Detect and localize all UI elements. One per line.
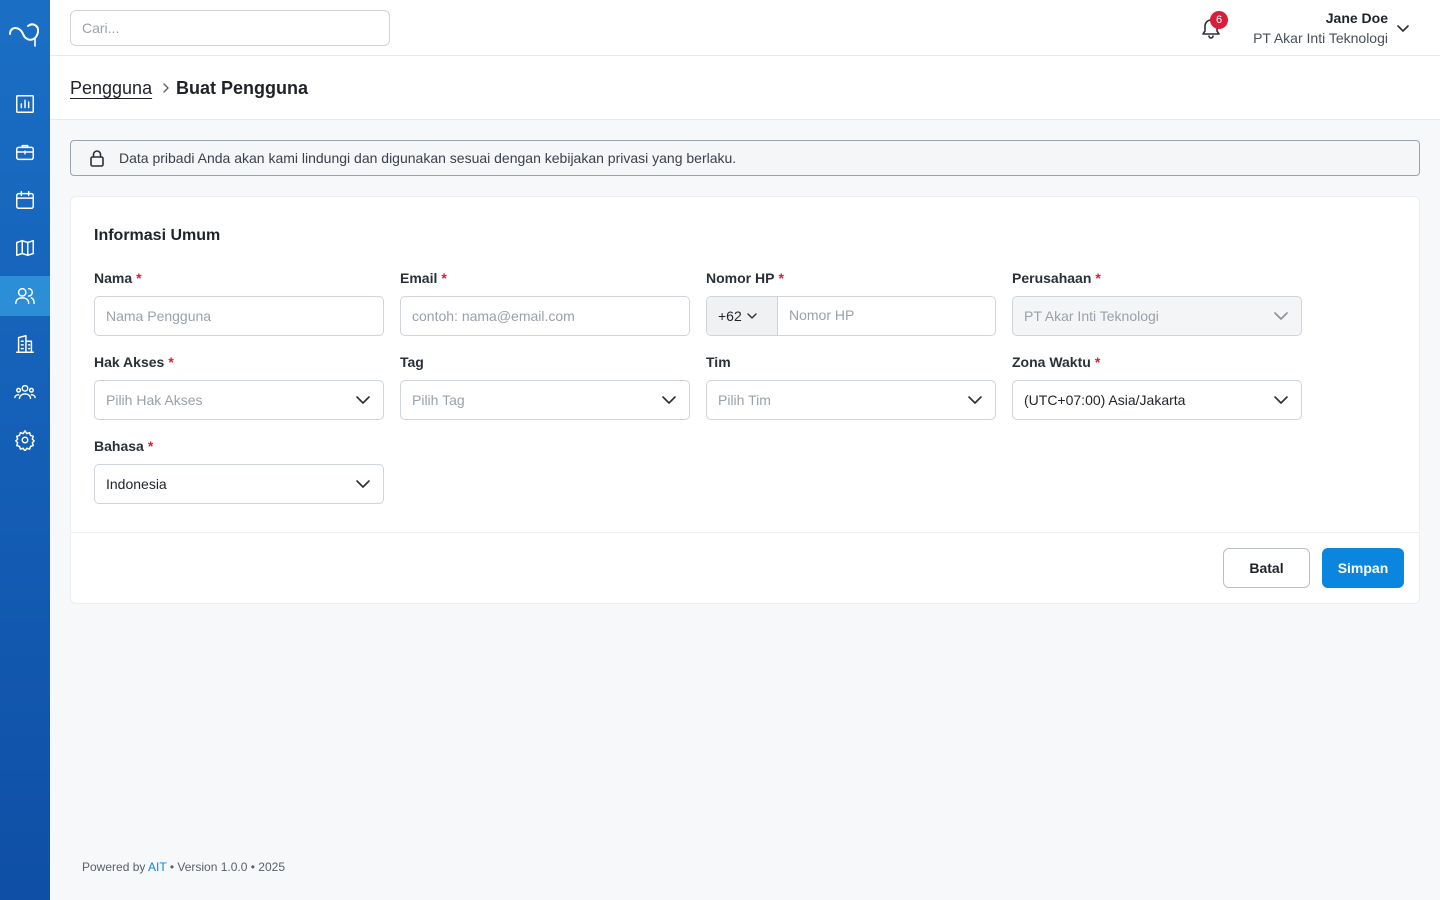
phone-placeholder: Nomor HP [789,307,855,323]
brand-logo[interactable] [6,16,44,50]
settings-icon [15,430,35,451]
notification-badge: 6 [1210,11,1228,29]
language-value: Indonesia [106,476,167,492]
name-placeholder: Nama Pengguna [106,308,212,324]
footer-brand-link[interactable]: AIT [148,860,166,874]
chevron-down-icon [356,480,370,488]
lock-icon [90,150,104,167]
timezone-label: Zona Waktu * [1012,354,1101,370]
save-button[interactable]: Simpan [1322,548,1404,588]
tag-placeholder: Pilih Tag [412,392,465,408]
chart-icon [16,95,34,113]
language-select[interactable]: Indonesia [94,464,384,504]
user-company: PT Akar Inti Teknologi [1253,30,1388,46]
section-title: Informasi Umum [94,227,221,244]
sidebar-item-dashboard[interactable] [0,84,50,124]
users-icon [15,287,35,305]
sidebar-item-users[interactable] [0,276,50,316]
tag-select[interactable]: Pilih Tag [400,380,690,420]
country-code-select[interactable]: +62 [707,297,778,335]
chevron-down-icon [356,396,370,404]
email-field[interactable]: contoh: nama@email.com [400,296,690,336]
phone-field[interactable]: +62 Nomor HP [706,296,996,336]
tag-label: Tag [400,354,424,370]
email-placeholder: contoh: nama@email.com [412,308,575,324]
search-input[interactable] [70,10,390,46]
country-code-value: +62 [718,308,742,324]
required-mark: * [1094,354,1101,370]
calendar-icon [16,191,34,209]
map-icon [16,239,34,257]
access-label: Hak Akses * [94,354,174,370]
company-select: PT Akar Inti Teknologi [1012,296,1302,336]
team-select[interactable]: Pilih Tim [706,380,996,420]
cancel-button[interactable]: Batal [1223,548,1310,588]
required-mark: * [168,354,174,370]
sidebar-item-jobs[interactable] [0,132,50,172]
sidebar [0,0,50,900]
divider [71,532,1419,533]
sidebar-item-calendar[interactable] [0,180,50,220]
required-mark: * [147,438,154,454]
required-mark: * [778,270,784,286]
access-select[interactable]: Pilih Hak Akses [94,380,384,420]
team-icon [14,384,36,400]
building-icon [16,335,34,353]
privacy-notice: Data pribadi Anda akan kami lindungi dan… [70,140,1420,176]
chevron-down-icon [747,313,757,319]
language-label: Bahasa * [94,438,154,454]
topbar: 6 Jane Doe PT Akar Inti Teknologi [50,0,1440,56]
name-label: Nama * [94,270,142,286]
required-mark: * [1095,270,1101,286]
breadcrumb-link-users[interactable]: Pengguna [70,78,152,99]
team-placeholder: Pilih Tim [718,392,771,408]
company-value: PT Akar Inti Teknologi [1024,308,1159,324]
breadcrumb: Pengguna Buat Pengguna [50,56,1440,120]
user-name: Jane Doe [1325,10,1388,26]
sidebar-item-teams[interactable] [0,372,50,412]
access-placeholder: Pilih Hak Akses [106,392,203,408]
user-menu[interactable]: Jane Doe PT Akar Inti Teknologi [1253,9,1388,49]
required-mark: * [441,270,447,286]
footer-prefix: Powered by [82,860,146,874]
timezone-select[interactable]: (UTC+07:00) Asia/Jakarta [1012,380,1302,420]
general-info-card: Informasi Umum Nama * Nama Pengguna Email… [70,196,1420,604]
team-label: Tim [706,354,731,370]
footer-version: • Version 1.0.0 • 2025 [169,860,285,874]
phone-label: Nomor HP * [706,270,784,286]
chevron-down-icon [968,396,982,404]
chevron-down-icon [662,396,676,404]
chevron-down-icon[interactable] [1396,21,1410,35]
chevron-right-icon [163,83,169,93]
sidebar-item-settings[interactable] [0,420,50,460]
timezone-value: (UTC+07:00) Asia/Jakarta [1024,392,1186,408]
chevron-down-icon [1274,312,1288,320]
email-label: Email * [400,270,447,286]
sidebar-item-map[interactable] [0,228,50,268]
privacy-notice-text: Data pribadi Anda akan kami lindungi dan… [119,150,737,166]
company-label: Perusahaan * [1012,270,1101,286]
footer: Powered by AIT • Version 1.0.0 • 2025 [82,860,285,874]
chevron-down-icon [1274,396,1288,404]
briefcase-icon [16,144,34,161]
name-field[interactable]: Nama Pengguna [94,296,384,336]
page-title: Buat Pengguna [176,78,309,98]
required-mark: * [136,270,142,286]
sidebar-item-company[interactable] [0,324,50,364]
